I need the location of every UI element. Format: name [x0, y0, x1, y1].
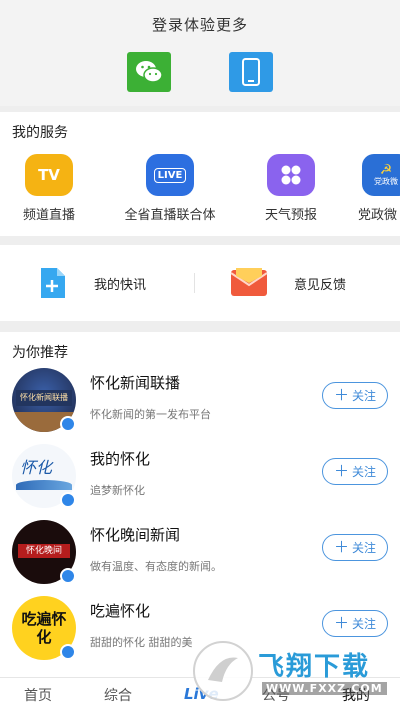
- account-desc: 甜甜的怀化 甜甜的美: [90, 636, 193, 649]
- feedback-button[interactable]: 意见反馈: [230, 263, 346, 303]
- account-name: 怀化晚间新闻: [90, 526, 181, 544]
- plus-icon: ＋: [333, 538, 349, 556]
- follow-button[interactable]: ＋关注: [322, 610, 388, 637]
- wechat-icon: [136, 61, 163, 83]
- watermark-logo-icon: [193, 641, 253, 701]
- service-province-live[interactable]: LIVE 全省直播联合体: [124, 154, 216, 223]
- login-title[interactable]: 登录体验更多: [0, 14, 400, 35]
- plus-icon: ＋: [333, 462, 349, 480]
- wechat-login-button[interactable]: [127, 52, 171, 92]
- service-label: 全省直播联合体: [124, 208, 216, 223]
- follow-button[interactable]: ＋关注: [322, 534, 388, 561]
- recommend-title: 为你推荐: [12, 345, 68, 361]
- tab-general[interactable]: 综合: [104, 685, 132, 705]
- service-label: 频道直播: [22, 208, 75, 223]
- quick-actions: 我的快讯 意见反馈: [0, 245, 400, 321]
- envelope-icon: [230, 268, 268, 296]
- my-news-flash-button[interactable]: 我的快讯: [38, 263, 146, 303]
- service-label: 党政微: [358, 208, 398, 223]
- verified-badge-icon: [60, 492, 76, 508]
- quick-label: 意见反馈: [294, 277, 347, 293]
- my-services-section: 我的服务 TV 频道直播 LIVE 全省直播联合体 天气预报 ☭ 党政微 党政微: [0, 112, 400, 236]
- recommend-item[interactable]: 怀化新闻联播 怀化新闻联播 怀化新闻的第一发布平台 ＋关注: [0, 368, 400, 440]
- watermark: 飞翔下载 WWW.FXXZ.COM: [192, 636, 400, 711]
- recommend-section: 为你推荐 怀化新闻联播 怀化新闻联播 怀化新闻的第一发布平台 ＋关注 怀化 我的…: [0, 332, 400, 677]
- account-name: 吃遍怀化: [90, 602, 151, 620]
- verified-badge-icon: [60, 568, 76, 584]
- tv-icon: TV: [25, 154, 73, 196]
- verified-badge-icon: [60, 416, 76, 432]
- plus-icon: ＋: [333, 386, 349, 404]
- grid-icon: [267, 154, 315, 196]
- follow-button[interactable]: ＋关注: [322, 458, 388, 485]
- app-screen: 登录体验更多 我的服务 TV 频道直播 LIVE 全省直播联合体 天气预报 ☭ …: [0, 0, 400, 711]
- tab-home[interactable]: 首页: [24, 685, 52, 705]
- service-channel-live[interactable]: TV 频道直播: [4, 154, 94, 223]
- account-name: 我的怀化: [90, 450, 151, 468]
- doc-add-icon: [41, 268, 65, 298]
- plus-icon: ＋: [333, 614, 349, 632]
- party-icon: ☭ 党政微: [362, 154, 400, 196]
- service-label: 天气预报: [264, 208, 317, 223]
- live-icon: LIVE: [146, 154, 194, 196]
- recommend-item[interactable]: 怀化晚间 怀化晚间新闻 做有温度、有态度的新闻。 ＋关注: [0, 520, 400, 592]
- follow-button[interactable]: ＋关注: [322, 382, 388, 409]
- service-party[interactable]: ☭ 党政微 党政微: [344, 154, 400, 223]
- phone-login-button[interactable]: [229, 52, 273, 92]
- verified-badge-icon: [60, 644, 76, 660]
- account-desc: 追梦新怀化: [90, 484, 145, 497]
- divider: [194, 273, 195, 293]
- quick-label: 我的快讯: [94, 277, 147, 293]
- service-weather[interactable]: 天气预报: [246, 154, 336, 223]
- recommend-item[interactable]: 怀化 我的怀化 追梦新怀化 ＋关注: [0, 444, 400, 516]
- login-panel: 登录体验更多: [0, 0, 400, 106]
- watermark-url: WWW.FXXZ.COM: [262, 682, 387, 695]
- phone-icon: [242, 58, 260, 86]
- account-desc: 做有温度、有态度的新闻。: [90, 560, 222, 573]
- account-name: 怀化新闻联播: [90, 374, 181, 392]
- services-title: 我的服务: [12, 125, 68, 141]
- watermark-text: 飞翔下载: [258, 652, 371, 682]
- account-desc: 怀化新闻的第一发布平台: [90, 408, 211, 421]
